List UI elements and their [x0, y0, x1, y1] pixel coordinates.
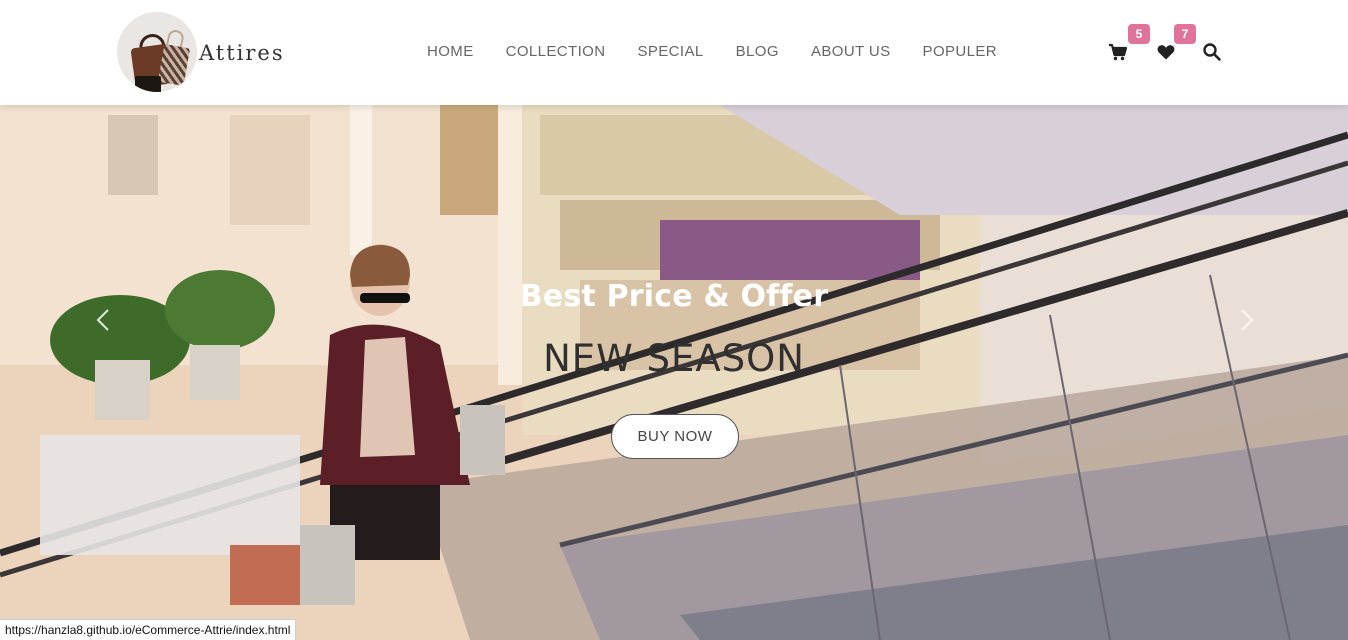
buy-now-button[interactable]: BUY NOW: [611, 414, 739, 459]
wishlist-button[interactable]: [1156, 42, 1178, 64]
wishlist-count-badge: 7: [1174, 24, 1196, 44]
cart-icon: [1109, 43, 1128, 61]
hero-subtitle: Best Price & Offer: [519, 279, 829, 314]
nav-populer[interactable]: POPULER: [923, 43, 998, 60]
nav-special[interactable]: SPECIAL: [637, 43, 703, 60]
nav-about-us[interactable]: ABOUT US: [811, 43, 891, 60]
nav-blog[interactable]: BLOG: [736, 43, 779, 60]
heart-icon: [1157, 45, 1175, 60]
nav-home[interactable]: HOME: [427, 43, 474, 60]
main-nav: HOME COLLECTION SPECIAL BLOG ABOUT US PO…: [427, 43, 1029, 60]
nav-collection[interactable]: COLLECTION: [506, 43, 606, 60]
search-button[interactable]: [1202, 42, 1224, 64]
brand-name: Attires: [199, 41, 285, 65]
cart-button[interactable]: [1108, 42, 1130, 64]
browser-status-url: https://hanzla8.github.io/eCommerce-Attr…: [0, 619, 297, 640]
cart-count-badge: 5: [1128, 24, 1150, 44]
search-icon: [1203, 43, 1221, 61]
brand-logo-image: [117, 12, 197, 92]
site-header: Attires HOME COLLECTION SPECIAL BLOG ABO…: [0, 0, 1348, 105]
hero-title: NEW SEASON: [543, 337, 805, 380]
brand-logo-link[interactable]: Attires: [117, 12, 285, 92]
header-icons: 5 7: [1108, 24, 1224, 66]
hero-slider: Best Price & Offer NEW SEASON BUY NOW: [0, 105, 1348, 640]
